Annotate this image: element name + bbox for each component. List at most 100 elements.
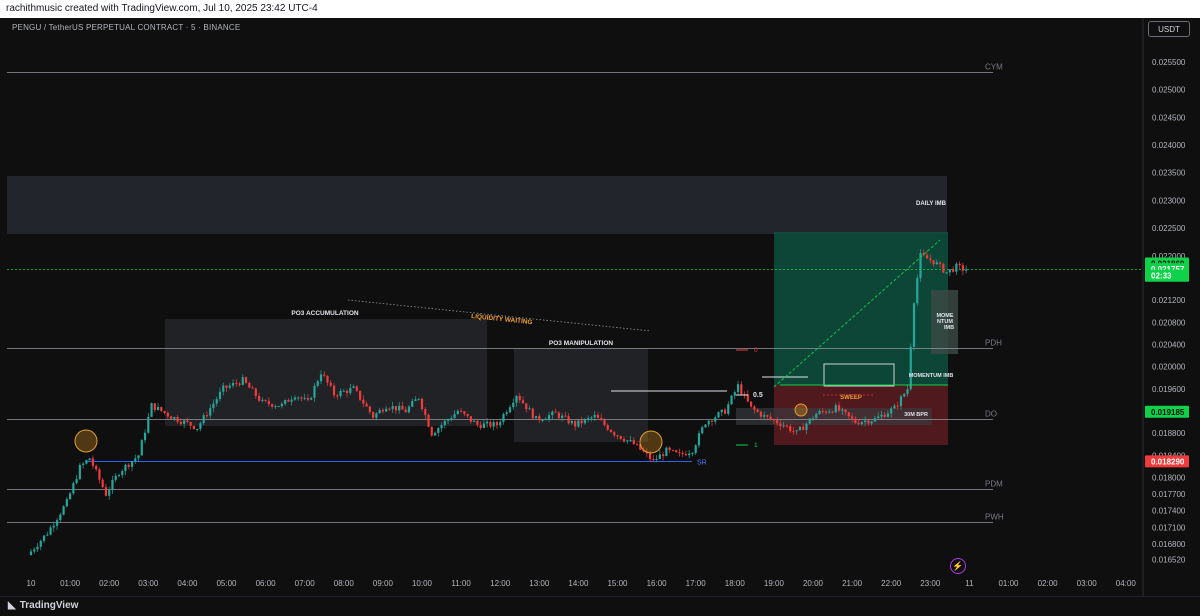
time-tick-label: 04:00 [1116,579,1137,588]
candle-body [368,406,371,413]
candle-body [104,487,108,496]
candle-body [609,429,613,433]
level-label-pdm: PDM [985,480,1003,489]
candle-body [231,382,235,386]
candle-body [564,415,567,417]
candle-body [844,409,847,413]
candle-body [473,421,476,423]
candle-body [212,403,215,409]
time-axis[interactable]: 10 01:00 02:00 03:00 04:00 05:00 06:00 07:00 08:… [27,579,1137,588]
candle-body [958,263,961,266]
candle-body [753,406,756,410]
price-tick-label: 0.020000 [1152,363,1186,372]
candle-body [453,413,456,419]
candle-body [179,421,182,424]
candle-body [593,414,596,418]
po3-accumulation-label: PO3 ACCUMULATION [291,310,358,317]
candle-body [567,416,570,424]
candle-body [818,411,821,414]
candle-body [143,432,147,441]
candle-body [668,447,671,451]
candle-body [46,534,49,536]
candle-body [150,403,153,417]
candle-body [508,407,512,413]
candle-body [134,458,137,462]
candle-body [658,454,661,460]
candle-body [215,399,218,404]
candle-body [114,475,117,480]
candle-body [271,404,274,407]
candle-body [248,382,251,388]
candle-body [619,436,622,439]
candle-body [544,419,547,421]
price-label-text: 02:33 [1151,272,1172,281]
candle-body [336,395,339,397]
candle-body [173,417,176,419]
price-tick-label: 0.022500 [1152,224,1186,233]
candle-body [916,278,919,304]
candle-body [267,400,270,405]
sweep-label: SWEEP [840,395,862,401]
time-tick-label: 02:00 [1038,579,1059,588]
candle-body [254,388,257,396]
candle-body [257,395,261,401]
candle-body [95,465,98,470]
candle-body [505,412,508,415]
daily-imb-label: DAILY IMB [916,201,947,207]
candle-body [880,414,883,417]
candle-body [580,420,583,424]
candle-body [896,405,899,407]
time-tick-label: 18:00 [725,579,746,588]
time-tick-label: 10 [27,579,36,588]
time-tick-label: 01:00 [60,579,81,588]
candle-body [870,421,873,424]
candle-body [362,399,365,404]
candle-body [323,374,326,376]
candle-body [691,453,694,455]
time-tick-label: 03:00 [1077,579,1098,588]
candle-body [795,430,798,432]
candle-body [808,418,811,424]
sweep-circle-right [794,403,808,417]
candle-body [821,411,824,413]
price-chart[interactable]: CYMPDHDOPDMPWHSR LIQUIDITY WAITINGPO3 AC… [0,0,1200,615]
price-tick-label: 0.020800 [1152,318,1186,327]
lightning-icon[interactable]: ⚡ [950,558,966,574]
time-tick-label: 11 [965,579,974,588]
candle-body [925,255,929,259]
candle-body [91,458,95,466]
candle-body [235,382,238,384]
candle-body [714,417,717,422]
sweep-circle-middle [639,430,663,454]
candle-body [433,432,437,436]
candle-body [942,263,945,273]
candle-body [310,397,313,400]
fib-level-05-label: 0.5 [753,392,763,399]
candle-body [518,396,521,401]
candle-body [635,444,639,446]
candle-body [906,389,909,394]
price-tick-label: 0.017400 [1152,507,1186,516]
candle-body [306,397,310,400]
candle-body [834,405,837,413]
currency-button[interactable]: USDT [1148,21,1190,37]
level-label-do: DO [985,410,997,419]
candle-body [854,418,857,424]
candle-body [36,546,39,550]
candle-body [847,412,850,417]
candle-body [251,387,254,389]
candle-body [59,514,62,521]
candle-body [424,409,427,415]
candle-body [42,535,46,541]
candle-body [319,374,323,382]
chart-background [0,18,1200,596]
candle-body [590,417,593,419]
candle-body [798,426,802,431]
candle-body [495,422,499,426]
candle-body [489,421,492,427]
candle-body [391,406,394,410]
price-tick-label: 0.023000 [1152,196,1186,205]
time-tick-label: 23:00 [920,579,941,588]
candle-body [596,414,600,419]
candle-body [547,415,551,420]
